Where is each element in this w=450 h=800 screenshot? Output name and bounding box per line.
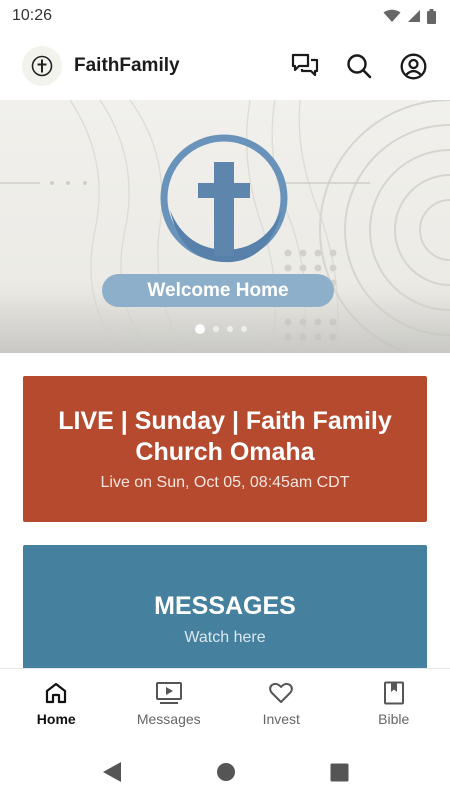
nav-item-home[interactable]: Home bbox=[0, 669, 112, 727]
account-icon bbox=[400, 53, 426, 79]
search-button[interactable] bbox=[344, 51, 374, 81]
chat-icon bbox=[291, 53, 319, 77]
search-icon bbox=[347, 54, 372, 79]
nav-item-messages[interactable]: Messages bbox=[113, 669, 225, 727]
status-time: 10:26 bbox=[12, 7, 53, 24]
hero-banner[interactable] bbox=[0, 100, 450, 353]
cross-logo-icon bbox=[31, 55, 53, 77]
app-header: FaithFamily bbox=[0, 36, 450, 96]
heart-icon bbox=[269, 682, 294, 703]
cross-emblem bbox=[160, 134, 288, 263]
battery-icon bbox=[427, 8, 436, 24]
bottom-navigation: Home Messages Invest Bible bbox=[0, 668, 450, 745]
home-icon bbox=[46, 682, 67, 704]
carousel-dot[interactable] bbox=[241, 326, 247, 332]
nav-label-bible: Bible bbox=[378, 711, 410, 727]
nav-label-messages: Messages bbox=[136, 711, 201, 727]
messages-card-subtitle: Watch here bbox=[184, 629, 266, 646]
home-circle-icon[interactable] bbox=[216, 762, 236, 782]
header-actions bbox=[290, 51, 428, 81]
bookmark-book-icon bbox=[383, 681, 404, 705]
carousel-dot[interactable] bbox=[213, 326, 219, 332]
recents-icon[interactable] bbox=[330, 763, 349, 782]
app-title: FaithFamily bbox=[74, 55, 180, 76]
system-navigation-bar bbox=[0, 744, 450, 800]
nav-label-invest: Invest bbox=[262, 711, 300, 727]
messages-card-title: MESSAGES bbox=[154, 592, 296, 620]
carousel-dot[interactable] bbox=[227, 326, 233, 332]
nav-label-home: Home bbox=[36, 711, 76, 727]
nav-item-invest[interactable]: Invest bbox=[225, 669, 337, 727]
chat-button[interactable] bbox=[290, 51, 320, 81]
carousel-indicators bbox=[195, 324, 247, 334]
welcome-home-button[interactable]: Welcome Home bbox=[102, 274, 334, 307]
app-logo[interactable] bbox=[22, 46, 62, 86]
status-icons bbox=[383, 8, 436, 24]
status-bar: 10:26 bbox=[0, 0, 450, 32]
signal-icon bbox=[408, 10, 420, 22]
carousel-dot-active[interactable] bbox=[195, 324, 205, 334]
live-card-subtitle: Live on Sun, Oct 05, 08:45am CDT bbox=[100, 474, 350, 491]
back-icon[interactable] bbox=[102, 761, 122, 783]
live-service-card[interactable]: LIVE | Sunday | Faith Family Church Omah… bbox=[23, 376, 427, 522]
profile-button[interactable] bbox=[398, 51, 428, 81]
live-card-title: LIVE | Sunday | Faith Family Church Omah… bbox=[58, 407, 392, 466]
play-screen-icon bbox=[155, 682, 182, 704]
nav-item-bible[interactable]: Bible bbox=[338, 669, 450, 727]
wifi-icon bbox=[383, 9, 401, 22]
messages-card[interactable]: MESSAGES Watch here bbox=[23, 545, 427, 675]
